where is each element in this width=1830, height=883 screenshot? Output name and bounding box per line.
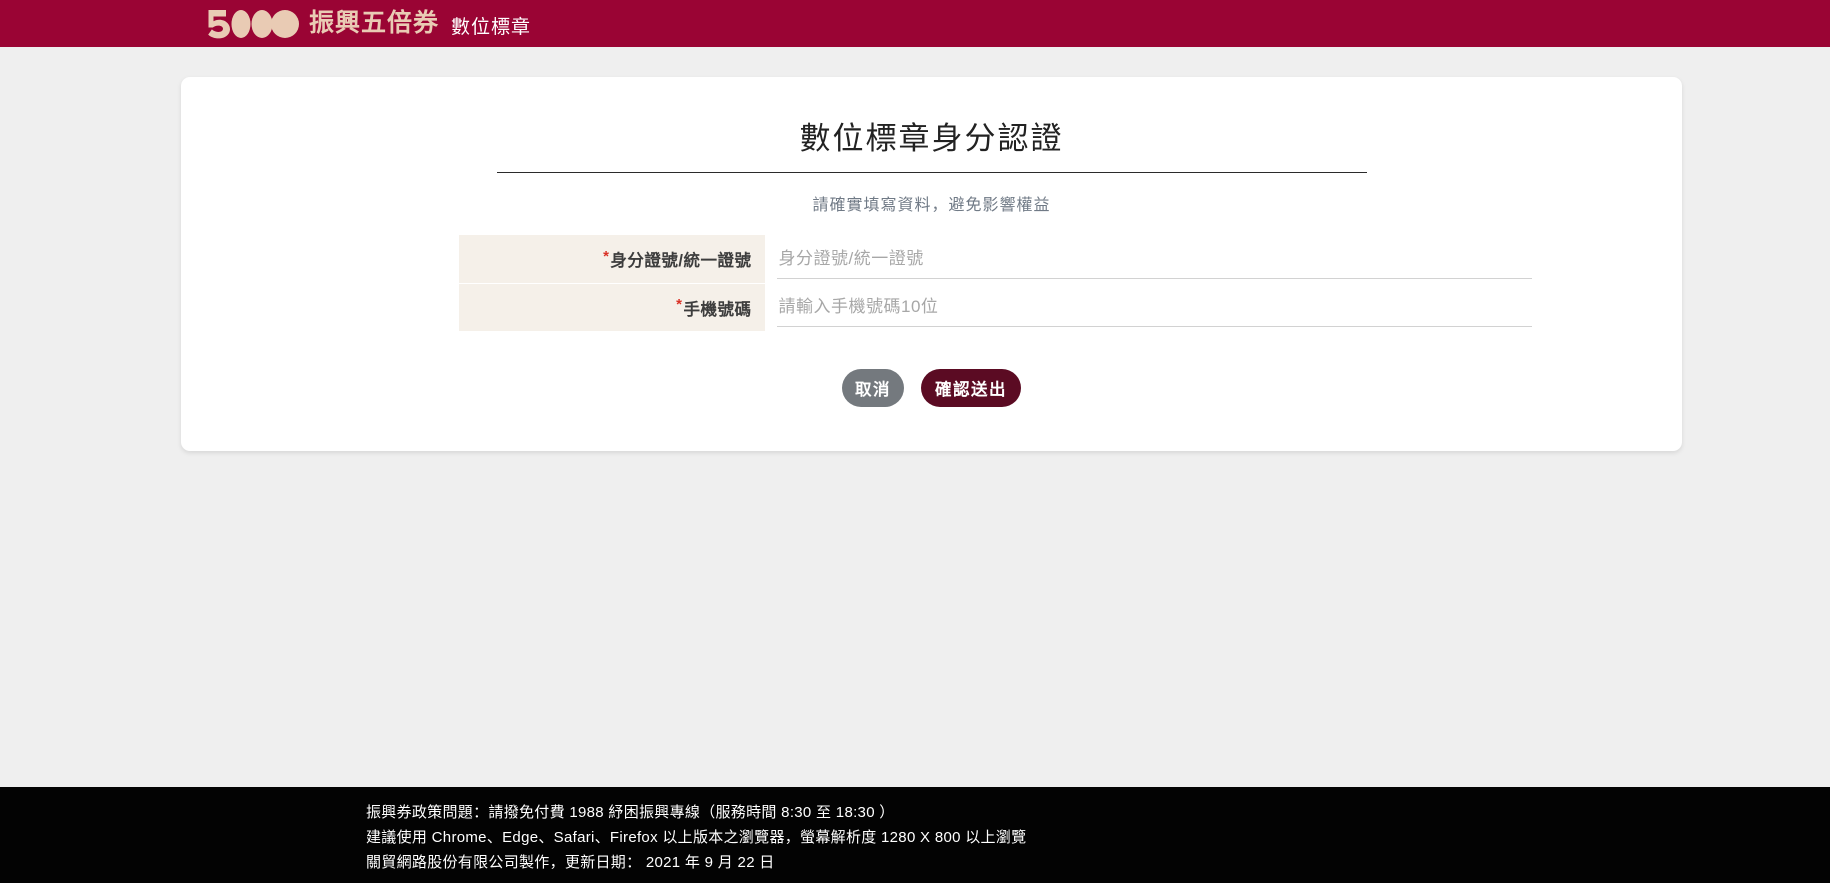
- logo-wordmark: 振興五倍券: [309, 8, 440, 37]
- five-thousand-voucher-logo-icon: [200, 9, 304, 39]
- field-wrap-mobile-number: [765, 283, 1540, 331]
- mobile-number-input[interactable]: [776, 287, 1532, 327]
- footer-browser-text: 建議使用 Chrome、Edge、Safari、Firefox 以上版本之瀏覽器…: [366, 829, 1027, 846]
- required-asterisk: *: [603, 247, 610, 265]
- submit-button[interactable]: 確認送出: [921, 369, 1021, 407]
- site-header: 振興五倍券 數位標章: [0, 0, 1830, 47]
- footer-hotline-text: 振興券政策問題：請撥免付費 1988 紓困振興專線（服務時間 8:30 至 18…: [366, 804, 895, 821]
- form-row-mobile-number: * 手機號碼: [458, 283, 1540, 331]
- page-title: 數位標章身分認證: [799, 121, 1064, 156]
- footer-provider-text: 關貿網路股份有限公司製作，更新日期： 2021 年 9 月 22 日: [366, 854, 775, 871]
- header-subtitle: 數位標章: [451, 16, 532, 38]
- site-footer: 振興券政策問題：請撥免付費 1988 紓困振興專線（服務時間 8:30 至 18…: [0, 787, 1830, 883]
- cancel-button[interactable]: 取消: [842, 369, 904, 407]
- label-id-number-text: 身分證號/統一證號: [610, 252, 752, 270]
- required-asterisk: *: [676, 296, 683, 313]
- identity-form: *身分證號/統一證號 *手機號碼: [324, 235, 1540, 331]
- identity-verification-card: 數位標章身分認證 請確實填寫資料，避免影響權益 *身分證號/統一證號 *手機號碼…: [181, 77, 1682, 451]
- id-number-input[interactable]: [776, 239, 1532, 279]
- label-mobile-number-text: 手機號碼: [683, 300, 752, 319]
- label-mobile-number: * 手機號碼: [458, 283, 765, 331]
- label-id-number: * 身分證號/統一證號: [458, 235, 765, 283]
- field-wrap-id-number: [765, 235, 1540, 283]
- form-actions: 取消 確認送出: [181, 369, 1682, 407]
- site-logo[interactable]: 振興五倍券: [200, 9, 439, 39]
- brand-lockup[interactable]: 振興五倍券 數位標章: [200, 9, 531, 39]
- page-subtitle: 請確實填寫資料，避免影響權益: [812, 197, 1051, 214]
- form-row-id-number: * 身分證號/統一證號: [458, 235, 1540, 283]
